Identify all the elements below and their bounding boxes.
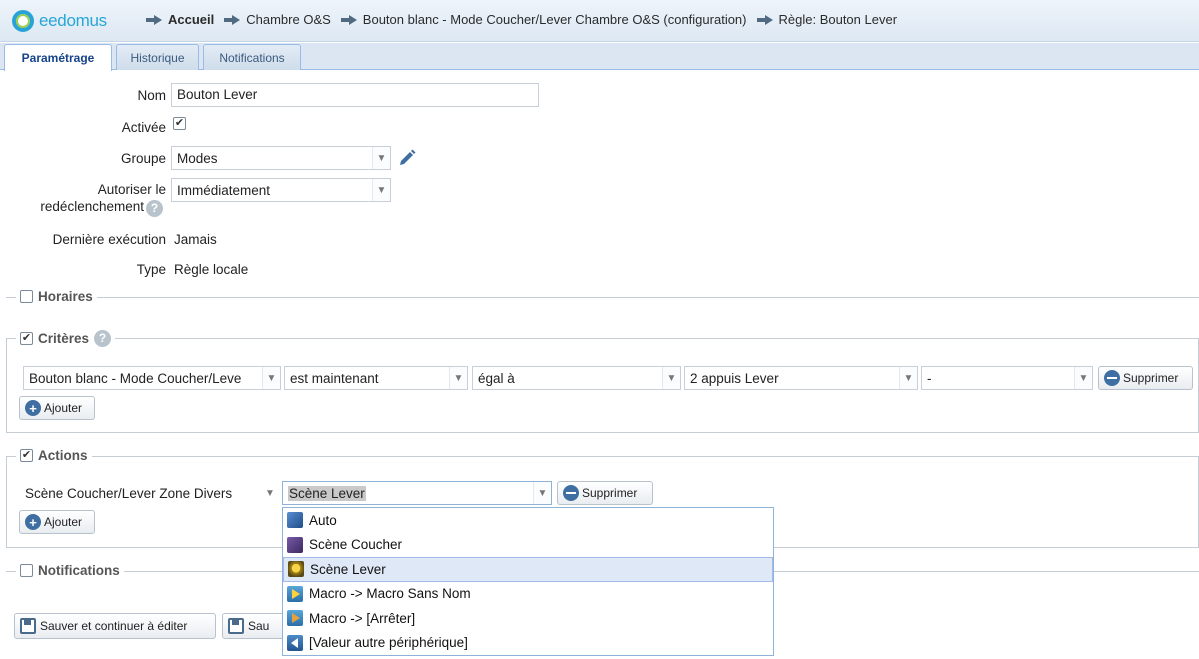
activee-label: Activée xyxy=(121,120,166,135)
chevron-down-icon[interactable]: ▼ xyxy=(533,482,551,504)
top-bar: eedomus Accueil Chambre O&S Bouton blanc… xyxy=(0,0,1199,42)
dropdown-option-auto[interactable]: Auto xyxy=(283,508,773,533)
dropdown-option-macro-arreter[interactable]: Macro -> [Arrêter] xyxy=(283,606,773,631)
help-icon[interactable]: ? xyxy=(94,330,112,347)
activee-checkbox[interactable]: ✔ xyxy=(173,117,186,130)
actions-legend[interactable]: ✔ Actions xyxy=(16,448,92,463)
nom-input[interactable]: Bouton Lever xyxy=(171,83,539,107)
auto-icon xyxy=(287,512,303,529)
dropdown-option-valeur-autre[interactable]: [Valeur autre périphérique] xyxy=(283,631,773,656)
dropdown-option-macro-sans-nom[interactable]: Macro -> Macro Sans Nom xyxy=(283,582,773,607)
tab-bar: Paramétrage Historique Notifications xyxy=(0,43,1199,71)
logo-text: eedomus xyxy=(39,11,107,30)
actions-delete-button[interactable]: Supprimer xyxy=(557,481,653,505)
chevron-down-icon[interactable]: ▼ xyxy=(899,367,917,389)
horaires-checkbox[interactable] xyxy=(20,290,33,303)
chevron-down-icon[interactable]: ▼ xyxy=(261,482,279,504)
redeclenchement-select[interactable]: Immédiatement ▼ xyxy=(171,178,391,202)
tab-notifications[interactable]: Notifications xyxy=(203,44,301,70)
groupe-value: Modes xyxy=(177,151,218,166)
dropdown-option-scene-coucher[interactable]: Scène Coucher xyxy=(283,533,773,558)
breadcrumb-item-rule: Règle: Bouton Lever xyxy=(756,12,897,27)
actions-value-dropdown-list: Auto Scène Coucher Scène Lever Macro -> … xyxy=(282,507,774,656)
minus-circle-icon xyxy=(563,485,579,501)
back-arrow-icon xyxy=(287,634,303,651)
actions-checkbox[interactable]: ✔ xyxy=(20,449,33,462)
minus-circle-icon xyxy=(1104,370,1120,386)
play-icon xyxy=(287,585,303,602)
type-value: Règle locale xyxy=(174,262,249,277)
actions-value-select[interactable]: Scène Lever ▼ xyxy=(282,481,552,505)
pencil-icon[interactable] xyxy=(397,148,417,168)
criteres-extra-select[interactable]: - ▼ xyxy=(921,366,1093,390)
groupe-label: Groupe xyxy=(120,151,166,166)
logo-icon xyxy=(12,10,34,32)
horaires-legend[interactable]: Horaires xyxy=(16,289,97,304)
floppy-disk-icon xyxy=(20,618,36,634)
help-icon[interactable]: ? xyxy=(146,200,163,217)
criteres-checkbox[interactable]: ✔ xyxy=(20,332,33,345)
criteres-add-button[interactable]: + Ajouter xyxy=(19,396,95,420)
plus-circle-icon: + xyxy=(25,400,41,416)
chevron-down-icon[interactable]: ▼ xyxy=(372,147,390,169)
arrow-right-icon xyxy=(756,14,773,25)
redeclenchement-value: Immédiatement xyxy=(177,183,271,198)
breadcrumb: Accueil Chambre O&S Bouton blanc - Mode … xyxy=(146,12,907,27)
criteres-condition-select[interactable]: est maintenant ▼ xyxy=(284,366,468,390)
derniere-execution-value: Jamais xyxy=(174,232,217,247)
chevron-down-icon[interactable]: ▼ xyxy=(372,179,390,201)
save-continue-button[interactable]: Sauver et continuer à éditer xyxy=(14,613,216,639)
horaires-separator xyxy=(6,297,1199,298)
criteres-legend[interactable]: ✔ Critères ? xyxy=(16,330,116,347)
chevron-down-icon[interactable]: ▼ xyxy=(449,367,467,389)
notifications-legend[interactable]: Notifications xyxy=(16,563,124,578)
plus-circle-icon: + xyxy=(25,514,41,530)
tab-parametrage[interactable]: Paramétrage xyxy=(4,44,112,71)
breadcrumb-item-device[interactable]: Bouton blanc - Mode Coucher/Lever Chambr… xyxy=(340,12,747,27)
notifications-checkbox[interactable] xyxy=(20,564,33,577)
dropdown-option-scene-lever[interactable]: Scène Lever xyxy=(283,557,773,582)
breadcrumb-item-room[interactable]: Chambre O&S xyxy=(224,12,331,27)
tab-historique[interactable]: Historique xyxy=(116,44,199,70)
chevron-down-icon[interactable]: ▼ xyxy=(1074,367,1092,389)
criteres-device-select[interactable]: Bouton blanc - Mode Coucher/Leve ▼ xyxy=(23,366,281,390)
type-label: Type xyxy=(136,262,166,277)
criteres-operator-select[interactable]: égal à ▼ xyxy=(472,366,681,390)
criteres-value-select[interactable]: 2 appuis Lever ▼ xyxy=(684,366,918,390)
logo[interactable]: eedomus xyxy=(12,9,107,33)
actions-device-select[interactable]: Scène Coucher/Lever Zone Divers ▼ xyxy=(19,481,280,505)
groupe-select[interactable]: Modes ▼ xyxy=(171,146,391,170)
actions-add-button[interactable]: + Ajouter xyxy=(19,510,95,534)
derniere-execution-label: Dernière exécution xyxy=(52,232,166,247)
floppy-disk-icon xyxy=(228,618,244,634)
chevron-down-icon[interactable]: ▼ xyxy=(662,367,680,389)
arrow-right-icon xyxy=(146,14,162,25)
breadcrumb-item-home[interactable]: Accueil xyxy=(146,12,214,27)
scene-lever-icon xyxy=(288,561,304,578)
arrow-right-icon xyxy=(224,14,241,25)
arrow-right-icon xyxy=(340,14,357,25)
nom-label: Nom xyxy=(137,88,166,103)
scene-coucher-icon xyxy=(287,536,303,553)
redeclenchement-label: Autoriser le redéclenchement xyxy=(40,182,166,214)
criteres-delete-button[interactable]: Supprimer xyxy=(1098,366,1193,390)
chevron-down-icon[interactable]: ▼ xyxy=(262,367,280,389)
stop-icon xyxy=(287,610,303,627)
